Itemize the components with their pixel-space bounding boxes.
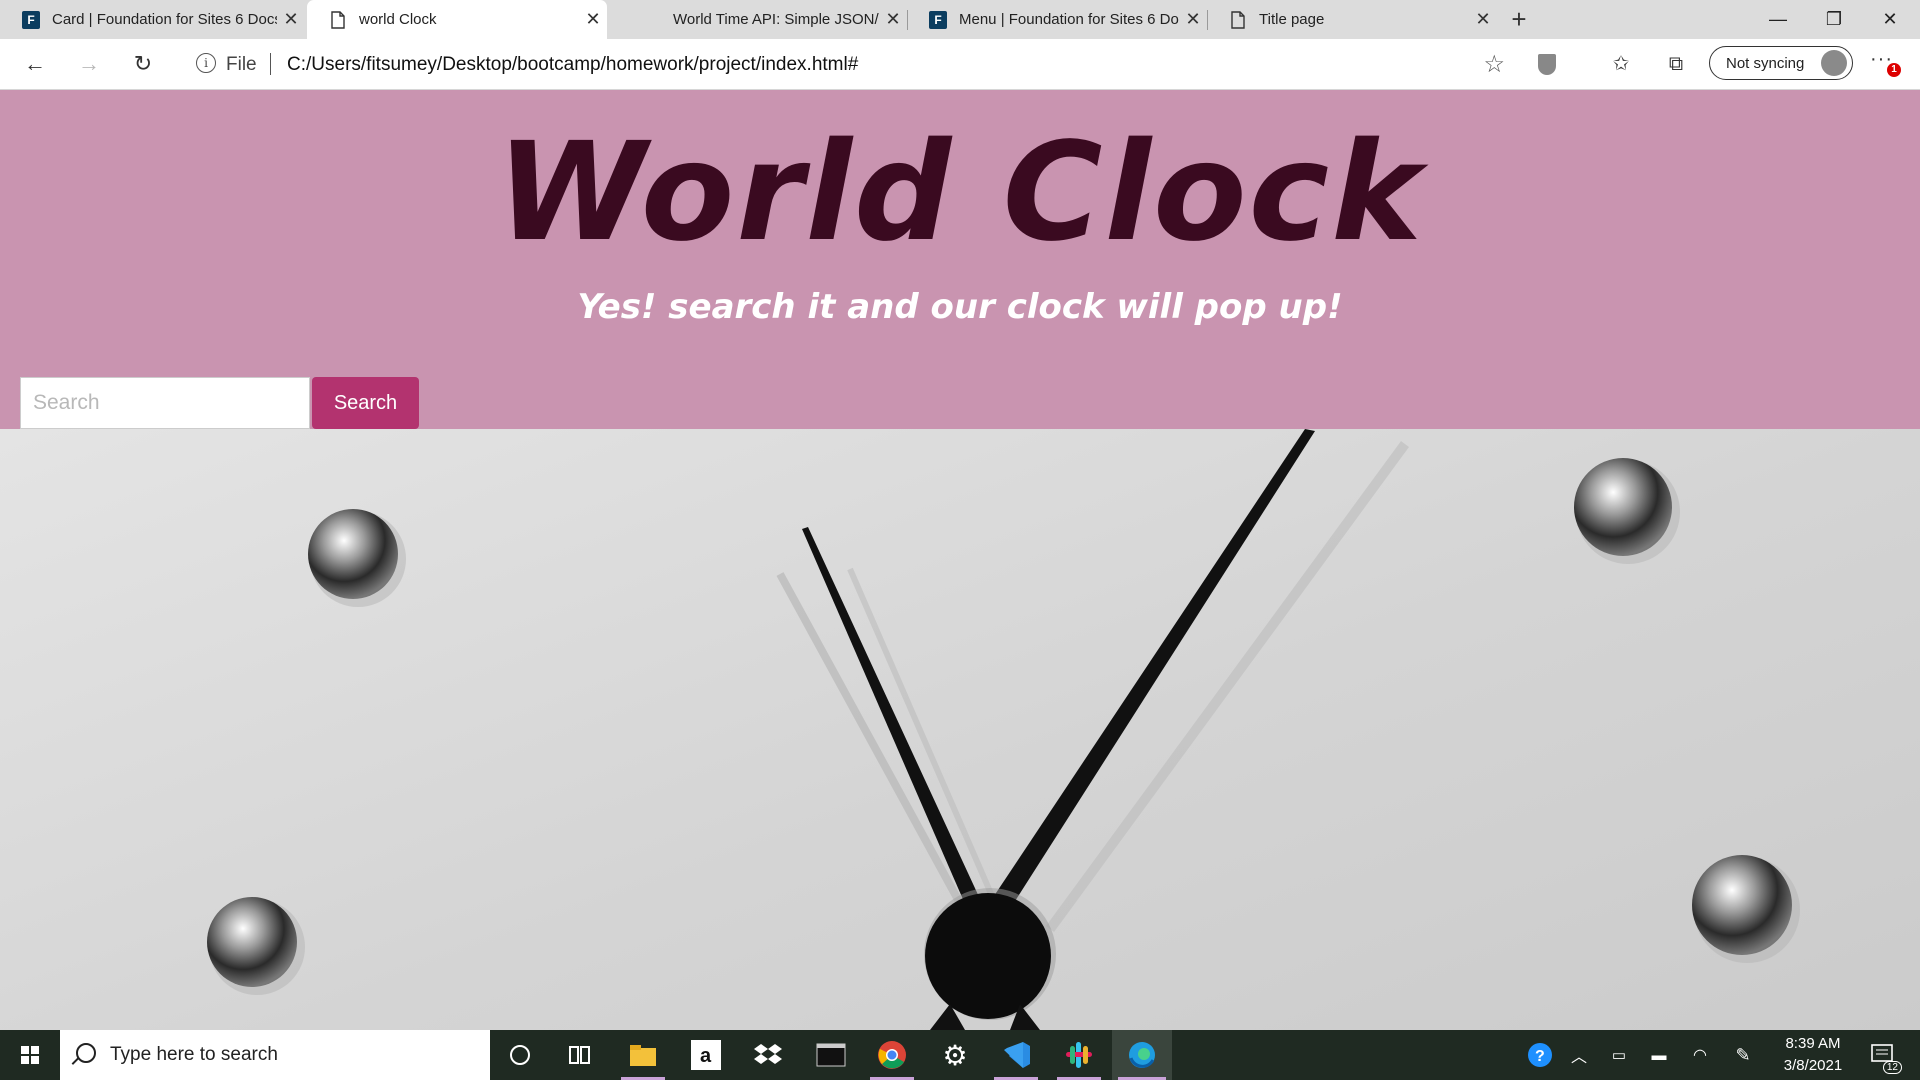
back-icon[interactable]: ← — [16, 45, 54, 83]
foundation-favicon-icon: F — [929, 10, 947, 29]
action-center-icon[interactable]: 12 — [1864, 1030, 1904, 1080]
task-view-icon[interactable] — [551, 1030, 607, 1080]
clock-face-illustration — [207, 429, 1800, 1030]
tab-title: World Time API: Simple JSON/plain-text A… — [673, 11, 879, 28]
tab-title-page[interactable]: Title page ✕ — [1207, 0, 1497, 39]
page-favicon-icon — [1229, 10, 1247, 29]
search-button[interactable]: Search — [312, 377, 419, 429]
avatar — [1821, 50, 1847, 76]
battery-icon[interactable]: ▬ — [1644, 1030, 1674, 1080]
sync-label: Not syncing — [1726, 55, 1805, 72]
url-text[interactable]: C:/Users/fitsumey/Desktop/bootcamp/homew… — [287, 54, 858, 76]
info-icon[interactable]: i — [196, 53, 216, 73]
blank-favicon-icon — [629, 11, 647, 29]
favorite-star-icon[interactable]: ☆ — [1483, 50, 1505, 79]
address-divider — [270, 53, 271, 75]
close-tab-icon[interactable]: ✕ — [1469, 9, 1497, 30]
tab-world-time-api[interactable]: World Time API: Simple JSON/plain-text A… — [607, 0, 907, 39]
clock-time: 8:39 AM — [1785, 1035, 1841, 1052]
minimize-icon[interactable]: — — [1750, 0, 1806, 39]
tab-title: Card | Foundation for Sites 6 Docs — [52, 11, 277, 28]
new-tab-icon[interactable]: + — [1503, 4, 1535, 36]
cortana-icon[interactable] — [492, 1030, 548, 1080]
collections-icon[interactable]: ⧉ — [1657, 45, 1695, 83]
terminal-icon[interactable] — [803, 1030, 859, 1080]
refresh-icon[interactable]: ↻ — [124, 45, 162, 83]
clock-date: 3/8/2021 — [1783, 1057, 1843, 1074]
forward-icon[interactable]: → — [70, 45, 108, 83]
page-title: World Clock — [496, 114, 1424, 272]
chrome-icon[interactable] — [864, 1030, 920, 1080]
foundation-favicon-icon: F — [22, 10, 40, 29]
taskbar-search-placeholder: Type here to search — [110, 1044, 278, 1065]
pen-icon[interactable]: ✎ — [1728, 1030, 1758, 1080]
restore-icon[interactable]: ❐ — [1806, 0, 1862, 39]
tracking-shield-icon[interactable] — [1538, 54, 1556, 75]
address-toolbar: ← → ↻ i File C:/Users/fitsumey/Desktop/b… — [0, 39, 1920, 90]
address-bar[interactable]: i File C:/Users/fitsumey/Desktop/bootcam… — [180, 45, 1515, 83]
wifi-icon[interactable]: ◠ — [1685, 1030, 1715, 1080]
close-tab-icon[interactable]: ✕ — [579, 9, 607, 30]
slack-icon[interactable] — [1051, 1030, 1107, 1080]
help-icon[interactable]: ? — [1524, 1030, 1556, 1080]
tab-title: Menu | Foundation for Sites 6 Docs — [959, 11, 1179, 28]
svg-text:?: ? — [1535, 1048, 1545, 1065]
profile-sync-button[interactable]: Not syncing — [1709, 46, 1853, 80]
dropbox-icon[interactable] — [740, 1030, 796, 1080]
page-subtitle: Yes! search it and our clock will pop up… — [577, 287, 1343, 327]
window-close-icon[interactable]: ✕ — [1862, 0, 1918, 39]
search-input[interactable] — [20, 377, 310, 429]
tab-strip: F Card | Foundation for Sites 6 Docs ✕ w… — [0, 0, 1920, 39]
chevron-up-icon[interactable]: ︿ — [1564, 1030, 1594, 1080]
close-tab-icon[interactable]: ✕ — [879, 9, 907, 30]
page-favicon-icon — [329, 10, 347, 29]
tab-menu-foundation[interactable]: F Menu | Foundation for Sites 6 Docs ✕ — [907, 0, 1207, 39]
meet-now-icon[interactable]: ▭ — [1604, 1030, 1634, 1080]
favorites-icon[interactable]: ✩ — [1602, 45, 1640, 83]
taskbar-search-box[interactable]: Type here to search — [60, 1030, 490, 1080]
vscode-icon[interactable] — [988, 1030, 1044, 1080]
amazon-icon[interactable]: a — [678, 1030, 734, 1080]
system-clock[interactable]: 8:39 AM 3/8/2021 — [1764, 1033, 1862, 1077]
notification-badge: 1 — [1887, 63, 1901, 77]
windows-start-icon[interactable] — [0, 1030, 60, 1080]
close-tab-icon[interactable]: ✕ — [277, 9, 305, 30]
clock-background-image — [0, 429, 1920, 1030]
notification-count: 12 — [1882, 1061, 1902, 1074]
tab-title: world Clock — [359, 11, 437, 28]
edge-icon[interactable] — [1112, 1030, 1172, 1080]
scheme-label: File — [226, 54, 257, 75]
svg-text:a: a — [700, 1045, 712, 1067]
close-tab-icon[interactable]: ✕ — [1179, 9, 1207, 30]
search-icon — [76, 1043, 96, 1063]
file-explorer-icon[interactable] — [615, 1030, 671, 1080]
taskbar: Type here to search a ⚙ ? ︿ ▭ ▬ ◠ ✎ 8:39… — [0, 1030, 1920, 1080]
settings-icon[interactable]: ⚙ — [927, 1030, 983, 1080]
tab-card-foundation[interactable]: F Card | Foundation for Sites 6 Docs ✕ — [0, 0, 305, 39]
tab-title: Title page — [1259, 11, 1325, 28]
tab-world-clock[interactable]: world Clock ✕ — [307, 0, 607, 39]
